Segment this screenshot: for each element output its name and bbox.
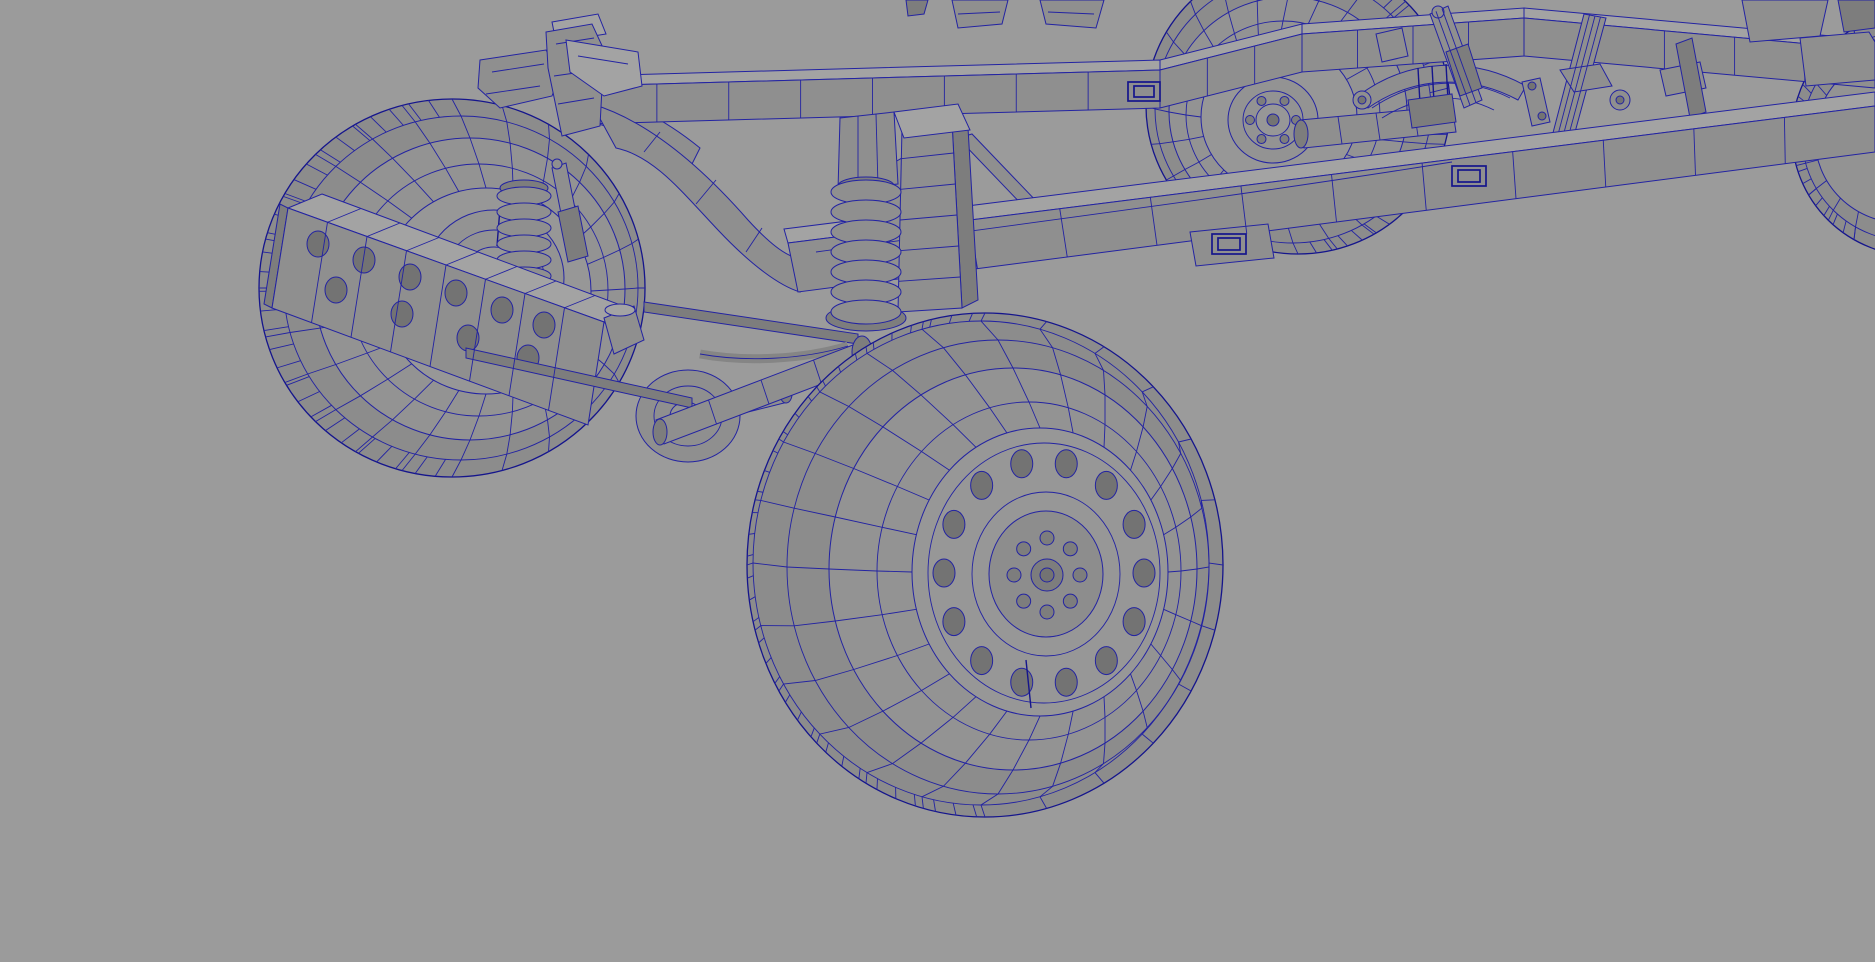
- viewport-canvas[interactable]: [0, 0, 1875, 962]
- u-bolt-plate: [1407, 93, 1457, 129]
- front-right-wheel: [746, 312, 1224, 818]
- rail-bracket: [1189, 223, 1275, 267]
- bump-stop: [1375, 27, 1409, 63]
- viewport-3d[interactable]: [0, 0, 1875, 962]
